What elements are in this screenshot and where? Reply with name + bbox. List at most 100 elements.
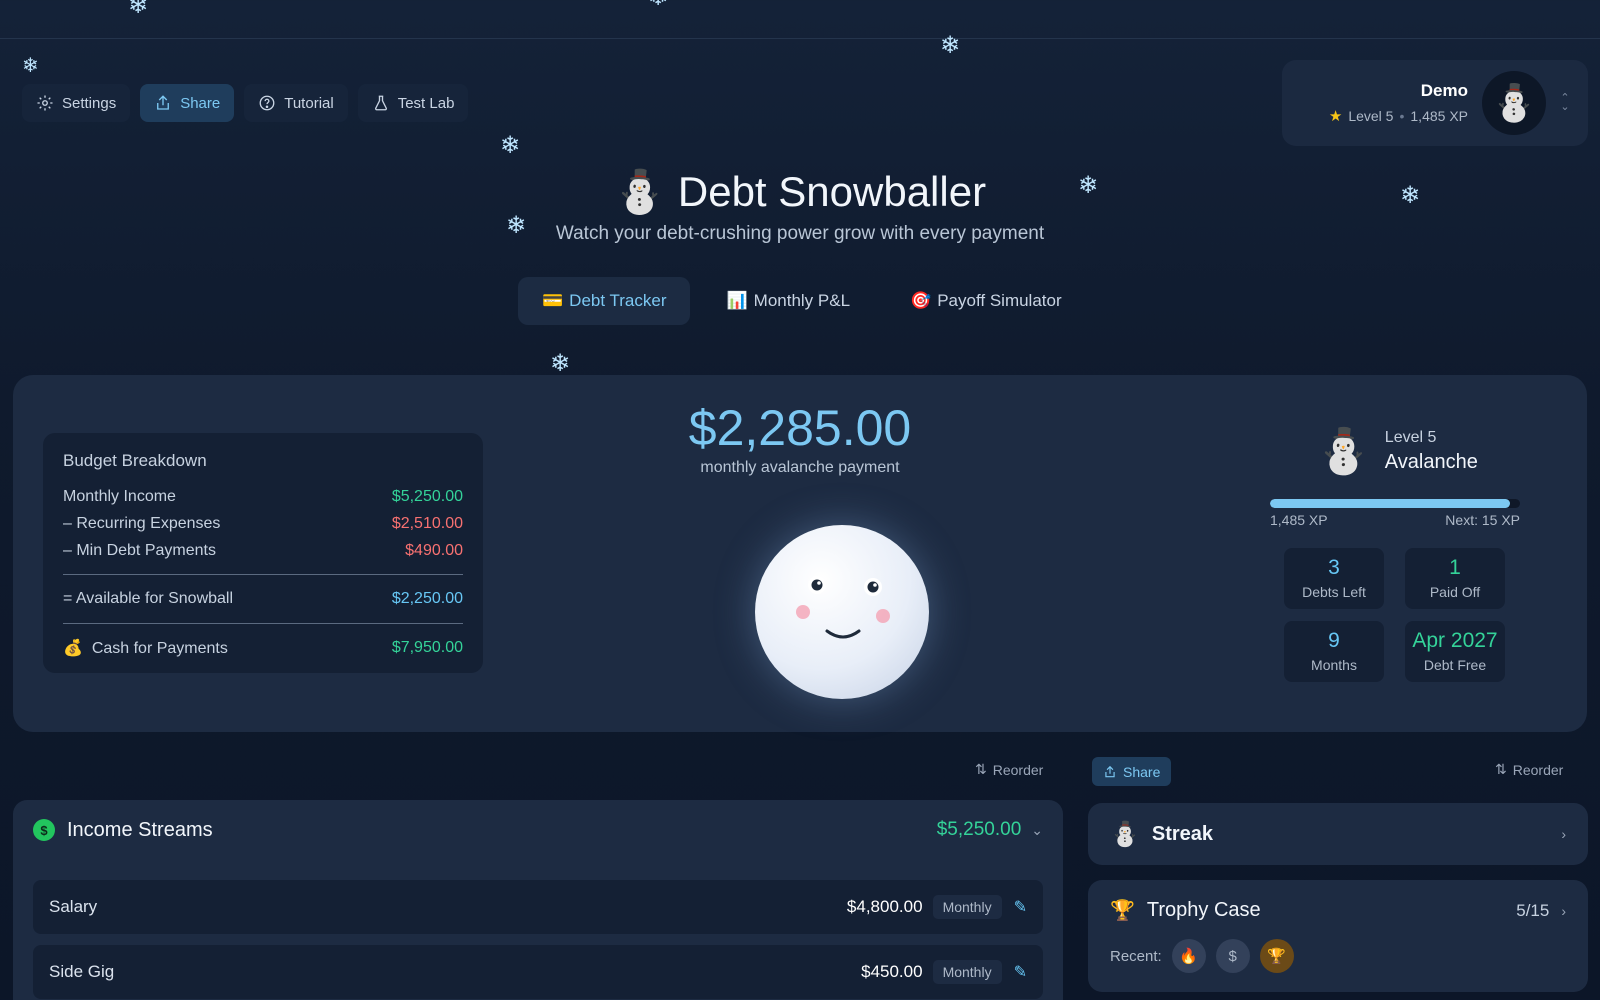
income-amount: $4,800.00 [846,897,923,916]
user-name: Demo [1420,81,1468,100]
budget-value: $5,250.00 [391,487,463,505]
test-lab-label: Test Lab [397,94,455,112]
snowflake-icon: ❄ [500,132,521,159]
stat-paid-off: 1 Paid Off [1405,548,1505,609]
chevron-up-down-icon[interactable]: ⌃ ⌄ [1554,93,1576,113]
budget-label: – Min Debt Payments [63,541,216,559]
stats-grid: 3 Debts Left 1 Paid Off 9 Months Apr 202… [1284,548,1505,682]
snowflake-icon: ❄ [22,55,39,77]
gear-icon [37,95,53,111]
tab-label: Payoff Simulator [937,291,1062,310]
sort-arrows-icon: ⇅ [1495,761,1507,777]
user-profile-card[interactable]: Demo ★ Level 5 • 1,485 XP ⛄ ⌃ ⌄ [1282,60,1588,146]
income-streams-card: $ Income Streams $5,250.00 ⌄ Salary $4,8… [13,800,1063,1000]
trophy-title: Trophy Case [1146,899,1261,921]
stat-value: 1 [1449,556,1461,579]
frequency-badge[interactable]: Monthly [932,895,1002,919]
xp-labels: 1,485 XP Next: 15 XP [1270,512,1520,528]
snowball-mascot [745,515,945,715]
budget-row-recurring: – Recurring Expenses $2,510.00 [63,510,463,537]
level-name: Avalanche [1384,450,1478,473]
chevron-right-icon[interactable]: › [1561,903,1566,919]
snowflake-icon: ❄ [128,0,149,19]
budget-row-available: = Available for Snowball $2,250.00 [63,585,463,613]
money-bag-icon: 💰 [63,640,83,657]
stat-debt-free: Apr 2027 Debt Free [1405,621,1505,682]
trophy-icon: 🏆 [1110,900,1135,922]
stat-label: Paid Off [1429,584,1481,600]
income-amount: $450.00 [861,962,923,981]
snowball-face-icon [796,576,890,639]
bar-chart-icon: 📊 [726,291,748,310]
page-header: ⛄ Debt Snowballer Watch your debt-crushi… [0,168,1600,245]
stat-label: Debts Left [1302,584,1366,600]
trophy-case-card[interactable]: 🏆 Trophy Case 5/15 › Recent: 🔥 $ 🏆 [1088,880,1588,992]
stat-value: 9 [1328,629,1340,652]
income-title: Income Streams [67,818,213,841]
tutorial-label: Tutorial [284,94,334,112]
budget-label: = Available for Snowball [63,590,234,607]
user-xp: 1,485 XP [1410,108,1468,124]
snowflake-icon: ❄ [550,350,571,377]
level-display: ⛄ Level 5 Avalanche [1316,425,1478,477]
divider [63,574,463,575]
help-circle-icon [259,95,275,111]
reorder-button-right[interactable]: ⇅ Reorder [1495,761,1563,778]
stat-label: Months [1311,657,1357,673]
star-icon: ★ [1328,108,1343,125]
trophy-count: 5/15 [1516,900,1550,920]
separator-dot: • [1399,108,1405,124]
budget-row-income: Monthly Income $5,250.00 [63,483,463,510]
share-button-secondary[interactable]: Share [1092,757,1172,786]
income-header[interactable]: $ Income Streams $5,250.00 ⌄ [13,800,1063,860]
trophy-badge-icon[interactable]: 🏆 [1259,939,1294,973]
tab-monthly-pl[interactable]: 📊 Monthly P&L [702,277,874,325]
tab-debt-tracker[interactable]: 💳 Debt Tracker [518,277,691,325]
sort-arrows-icon: ⇅ [975,761,987,777]
budget-value: $490.00 [405,541,463,559]
share-button[interactable]: Share [140,84,235,122]
flame-badge-icon[interactable]: 🔥 [1171,939,1206,973]
test-lab-button[interactable]: Test Lab [357,84,469,122]
hero-panel: Budget Breakdown Monthly Income $5,250.0… [13,375,1587,732]
share-icon [157,95,170,110]
tab-payoff-simulator[interactable]: 🎯 Payoff Simulator [886,277,1086,325]
top-divider [0,38,1600,39]
income-name: Side Gig [49,962,115,981]
stat-label: Debt Free [1423,657,1487,673]
edit-pencil-icon[interactable]: ✎ [1014,897,1027,917]
xp-progress-fill [1270,499,1510,508]
main-tabs: 💳 Debt Tracker 📊 Monthly P&L 🎯 Payoff Si… [518,277,1086,325]
user-meta: ★ Level 5 • 1,485 XP [1302,107,1468,125]
chevron-right-icon[interactable]: › [1561,826,1566,842]
chevron-down-icon[interactable]: ⌄ [1031,822,1043,839]
budget-value: $7,950.00 [391,639,463,656]
reorder-label: Reorder [1512,761,1564,778]
xp-current: 1,485 XP [1270,512,1328,528]
settings-button[interactable]: Settings [22,84,131,122]
tutorial-button[interactable]: Tutorial [244,84,348,122]
snowflake-icon: ❄ [648,0,668,10]
frequency-badge[interactable]: Monthly [932,960,1002,984]
stat-value: 3 [1328,556,1340,579]
dollar-badge-icon[interactable]: $ [1215,939,1250,973]
budget-label: 💰 Cash for Payments [63,638,228,658]
snowman-icon: ⛄ [1110,820,1140,848]
level-number: Level 5 [1384,428,1437,446]
stat-value: Apr 2027 [1412,629,1498,652]
budget-value: $2,510.00 [391,514,463,532]
streak-card[interactable]: ⛄ Streak › [1088,803,1588,865]
stat-debts-left: 3 Debts Left [1284,548,1384,609]
flask-icon [374,95,387,111]
stat-months: 9 Months [1284,621,1384,682]
budget-row-min-payments: – Min Debt Payments $490.00 [63,537,463,564]
user-info: Demo ★ Level 5 • 1,485 XP [1302,81,1482,125]
streak-title: Streak [1151,822,1214,845]
reorder-button-left[interactable]: ⇅ Reorder [975,761,1043,778]
edit-pencil-icon[interactable]: ✎ [1014,962,1027,982]
trophy-header: 🏆 Trophy Case 5/15 › [1110,898,1566,923]
budget-label: – Recurring Expenses [63,514,221,532]
avatar[interactable]: ⛄ [1482,71,1546,135]
recent-label: Recent: [1110,947,1162,965]
top-toolbar: Settings Share Tutorial Test Lab [22,84,469,122]
